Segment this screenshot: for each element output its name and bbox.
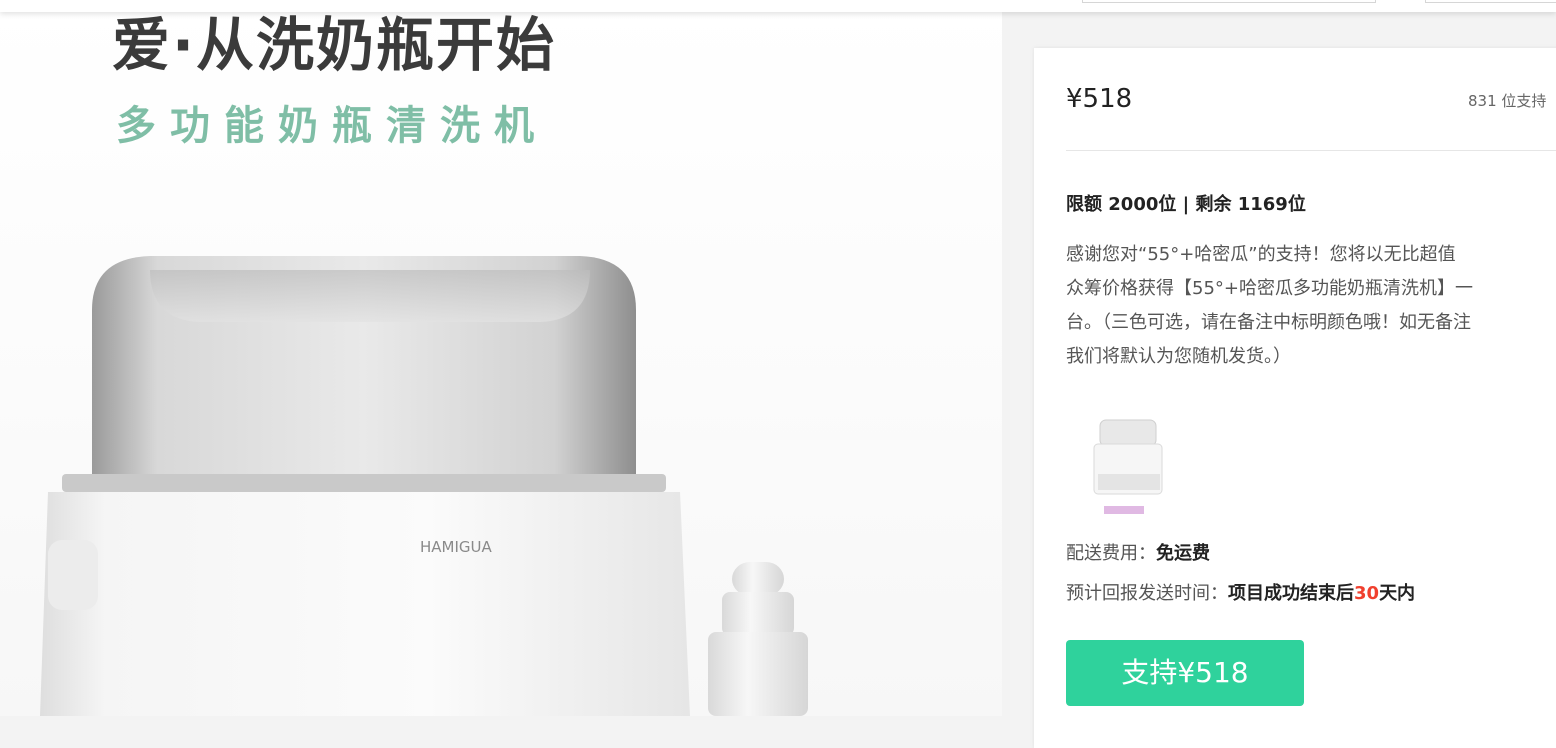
divider [1066, 150, 1556, 151]
shipping-info: 配送费用：免运费 [1066, 540, 1210, 568]
brand-mark: HAMIGUA [420, 538, 493, 556]
description-line: 台。（三色可选，请在备注中标明颜色哦！如无备注 [1066, 312, 1471, 333]
top-nav-bar [0, 0, 1556, 12]
backers-count: 831 位支持 [1468, 92, 1547, 110]
description-line: 我们将默认为您随机发货。） [1066, 346, 1291, 367]
eta-label: 预计回报发送时间： [1066, 583, 1228, 604]
bottle-washer-image: HAMIGUA [40, 256, 808, 716]
reward-panel: ¥518 831 位支持 限额 2000位 | 剩余 1169位 感谢您对“55… [1034, 48, 1556, 748]
shipping-value: 免运费 [1156, 543, 1210, 564]
banner-subheadline: 多功能奶瓶清洗机 [116, 103, 548, 149]
product-banner: 爱·从洗奶瓶开始 多功能奶瓶清洗机 HAMIGUA [0, 0, 1002, 716]
banner-headline: 爱·从洗奶瓶开始 [112, 11, 557, 79]
description-line: 感谢您对“55°+哈密瓜”的支持！您将以无比超值 [1066, 244, 1456, 265]
limit-remaining: 限额 2000位 | 剩余 1169位 [1066, 194, 1306, 215]
reward-price: ¥518 [1066, 84, 1133, 114]
nav-tab-right[interactable] [1425, 0, 1556, 3]
eta-days: 30 [1354, 583, 1380, 604]
support-button[interactable]: 支持¥518 [1066, 640, 1304, 706]
nav-tab-left[interactable] [1082, 0, 1376, 3]
eta-prefix: 项目成功结束后 [1228, 583, 1354, 604]
reward-thumbnail[interactable] [1090, 408, 1170, 518]
shipping-label: 配送费用： [1066, 543, 1156, 564]
reward-description: 感谢您对“55°+哈密瓜”的支持！您将以无比超值 众筹价格获得【55°+哈密瓜多… [1066, 238, 1556, 374]
delivery-eta: 预计回报发送时间：项目成功结束后30天内 [1066, 580, 1415, 608]
description-line: 众筹价格获得【55°+哈密瓜多功能奶瓶清洗机】一 [1066, 278, 1473, 299]
eta-suffix: 天内 [1379, 583, 1416, 604]
